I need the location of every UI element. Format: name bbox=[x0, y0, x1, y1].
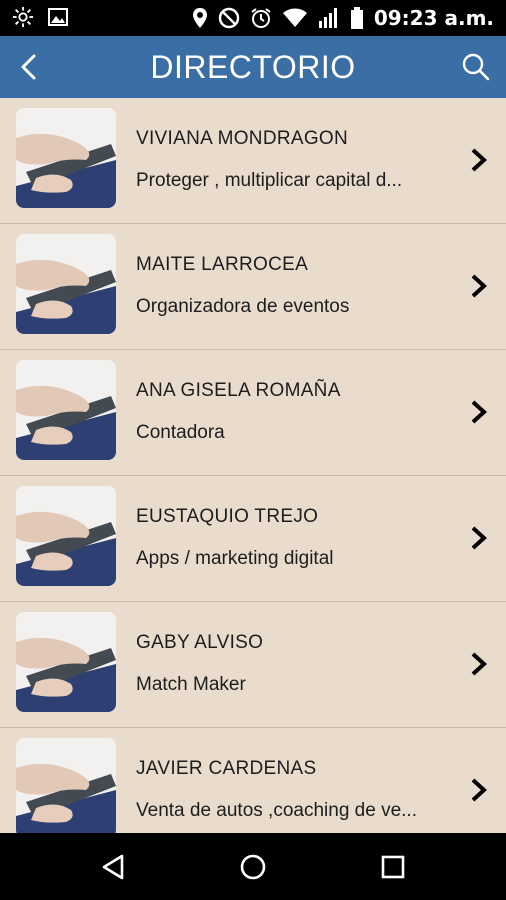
chevron-right-icon bbox=[471, 652, 487, 676]
status-time: 09:23 a.m. bbox=[373, 6, 494, 30]
list-item[interactable]: ANA GISELA ROMAÑA Contadora bbox=[0, 350, 506, 476]
contact-name: GABY ALVISO bbox=[136, 632, 264, 653]
app-bar: DIRECTORIO bbox=[0, 36, 506, 98]
do-not-disturb-icon bbox=[218, 7, 240, 29]
home-circle-icon bbox=[240, 854, 266, 880]
directory-list: VIVIANA MONDRAGON Proteger , multiplicar… bbox=[0, 98, 506, 833]
contact-thumbnail bbox=[16, 234, 116, 334]
contact-name: EUSTAQUIO TREJO bbox=[136, 506, 319, 527]
battery-icon bbox=[350, 7, 364, 29]
contact-description: Venta de autos ,coaching de ve... bbox=[136, 800, 417, 821]
contact-name: MAITE LARROCEA bbox=[136, 254, 309, 275]
contact-description: Match Maker bbox=[136, 674, 246, 695]
list-item[interactable]: MAITE LARROCEA Organizadora de eventos bbox=[0, 224, 506, 350]
contact-name: VIVIANA MONDRAGON bbox=[136, 128, 349, 149]
contact-description: Apps / marketing digital bbox=[136, 548, 334, 569]
nav-back-button[interactable] bbox=[98, 851, 130, 883]
recents-square-icon bbox=[381, 855, 405, 879]
brightness-icon bbox=[12, 6, 34, 28]
contact-name: ANA GISELA ROMAÑA bbox=[136, 380, 341, 401]
contact-name: JAVIER CARDENAS bbox=[136, 758, 317, 779]
chevron-right-icon bbox=[471, 274, 487, 298]
wifi-icon bbox=[282, 8, 308, 28]
contact-thumbnail bbox=[16, 486, 116, 586]
location-icon bbox=[192, 7, 208, 29]
alarm-icon bbox=[250, 7, 272, 29]
signal-icon bbox=[318, 7, 340, 29]
list-item[interactable]: EUSTAQUIO TREJO Apps / marketing digital bbox=[0, 476, 506, 602]
search-icon bbox=[462, 53, 490, 81]
nav-home-button[interactable] bbox=[237, 851, 269, 883]
chevron-right-icon bbox=[471, 778, 487, 802]
chevron-right-icon bbox=[471, 400, 487, 424]
list-item[interactable]: VIVIANA MONDRAGON Proteger , multiplicar… bbox=[0, 98, 506, 224]
navigation-bar bbox=[0, 833, 506, 900]
status-bar: 09:23 a.m. bbox=[0, 0, 506, 36]
image-icon bbox=[48, 8, 68, 26]
page-title: DIRECTORIO bbox=[150, 49, 356, 85]
contact-thumbnail bbox=[16, 108, 116, 208]
contact-description: Proteger , multiplicar capital d... bbox=[136, 170, 403, 191]
contact-description: Contadora bbox=[136, 422, 225, 443]
contact-description: Organizadora de eventos bbox=[136, 296, 350, 317]
chevron-right-icon bbox=[471, 148, 487, 172]
search-button[interactable] bbox=[460, 51, 492, 83]
list-item[interactable]: JAVIER CARDENAS Venta de autos ,coaching… bbox=[0, 728, 506, 833]
contact-thumbnail bbox=[16, 360, 116, 460]
back-triangle-icon bbox=[102, 854, 124, 880]
list-item[interactable]: GABY ALVISO Match Maker bbox=[0, 602, 506, 728]
nav-recents-button[interactable] bbox=[377, 851, 409, 883]
contact-thumbnail bbox=[16, 738, 116, 833]
contact-thumbnail bbox=[16, 612, 116, 712]
chevron-right-icon bbox=[471, 526, 487, 550]
